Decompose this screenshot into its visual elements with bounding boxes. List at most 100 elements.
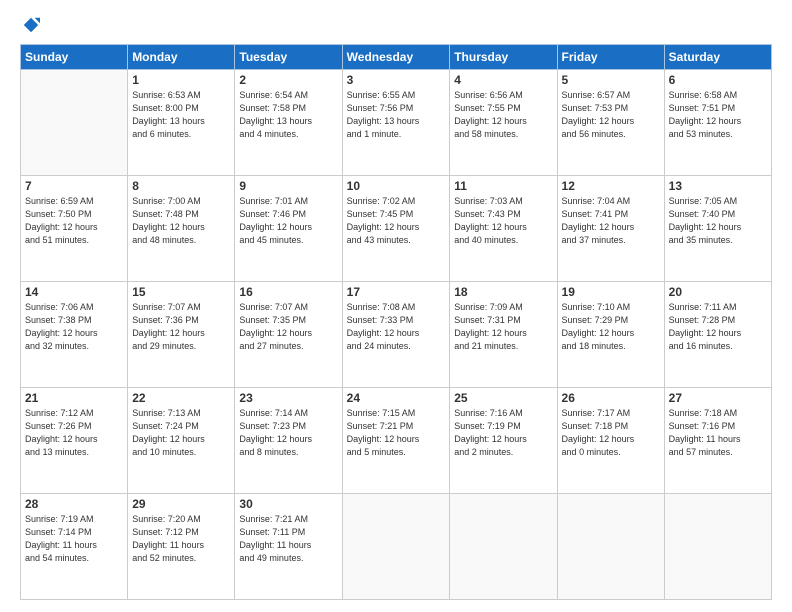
day-number: 1	[132, 73, 230, 87]
weekday-header: Friday	[557, 45, 664, 70]
day-info: Sunrise: 7:01 AM Sunset: 7:46 PM Dayligh…	[239, 195, 337, 247]
day-info: Sunrise: 7:11 AM Sunset: 7:28 PM Dayligh…	[669, 301, 767, 353]
day-info: Sunrise: 6:59 AM Sunset: 7:50 PM Dayligh…	[25, 195, 123, 247]
day-number: 29	[132, 497, 230, 511]
day-info: Sunrise: 7:00 AM Sunset: 7:48 PM Dayligh…	[132, 195, 230, 247]
day-info: Sunrise: 7:05 AM Sunset: 7:40 PM Dayligh…	[669, 195, 767, 247]
day-number: 18	[454, 285, 552, 299]
calendar-cell: 1 Sunrise: 6:53 AM Sunset: 8:00 PM Daylig…	[128, 70, 235, 176]
calendar-cell: 20 Sunrise: 7:11 AM Sunset: 7:28 PM Dayli…	[664, 282, 771, 388]
day-info: Sunrise: 7:12 AM Sunset: 7:26 PM Dayligh…	[25, 407, 123, 459]
day-number: 14	[25, 285, 123, 299]
day-info: Sunrise: 6:56 AM Sunset: 7:55 PM Dayligh…	[454, 89, 552, 141]
day-info: Sunrise: 7:10 AM Sunset: 7:29 PM Dayligh…	[562, 301, 660, 353]
calendar-header-row: SundayMondayTuesdayWednesdayThursdayFrid…	[21, 45, 772, 70]
logo	[20, 16, 40, 34]
day-number: 8	[132, 179, 230, 193]
day-number: 9	[239, 179, 337, 193]
calendar-cell: 26 Sunrise: 7:17 AM Sunset: 7:18 PM Dayli…	[557, 388, 664, 494]
day-number: 2	[239, 73, 337, 87]
weekday-header: Monday	[128, 45, 235, 70]
day-info: Sunrise: 7:08 AM Sunset: 7:33 PM Dayligh…	[347, 301, 446, 353]
day-number: 4	[454, 73, 552, 87]
calendar-cell: 16Sunrise: 7:07 AM Sunset: 7:35 PM Dayli…	[235, 282, 342, 388]
day-number: 25	[454, 391, 552, 405]
calendar-cell	[450, 494, 557, 600]
day-info: Sunrise: 7:09 AM Sunset: 7:31 PM Dayligh…	[454, 301, 552, 353]
calendar-cell: 9 Sunrise: 7:01 AM Sunset: 7:46 PM Daylig…	[235, 176, 342, 282]
calendar-cell: 25 Sunrise: 7:16 AM Sunset: 7:19 PM Dayli…	[450, 388, 557, 494]
day-info: Sunrise: 7:19 AM Sunset: 7:14 PM Dayligh…	[25, 513, 123, 565]
day-number: 26	[562, 391, 660, 405]
calendar-cell: 28 Sunrise: 7:19 AM Sunset: 7:14 PM Dayli…	[21, 494, 128, 600]
day-info: Sunrise: 7:16 AM Sunset: 7:19 PM Dayligh…	[454, 407, 552, 459]
day-info: Sunrise: 7:04 AM Sunset: 7:41 PM Dayligh…	[562, 195, 660, 247]
calendar-cell	[342, 494, 450, 600]
weekday-header: Saturday	[664, 45, 771, 70]
calendar-cell	[557, 494, 664, 600]
day-info: Sunrise: 7:07 AM Sunset: 7:36 PM Dayligh…	[132, 301, 230, 353]
weekday-header: Wednesday	[342, 45, 450, 70]
calendar-cell: 4 Sunrise: 6:56 AM Sunset: 7:55 PM Daylig…	[450, 70, 557, 176]
day-number: 5	[562, 73, 660, 87]
calendar-cell: 30 Sunrise: 7:21 AM Sunset: 7:11 PM Dayli…	[235, 494, 342, 600]
calendar-cell: 17 Sunrise: 7:08 AM Sunset: 7:33 PM Dayli…	[342, 282, 450, 388]
day-info: Sunrise: 7:13 AM Sunset: 7:24 PM Dayligh…	[132, 407, 230, 459]
calendar-cell: 22Sunrise: 7:13 AM Sunset: 7:24 PM Dayli…	[128, 388, 235, 494]
day-info: Sunrise: 7:06 AM Sunset: 7:38 PM Dayligh…	[25, 301, 123, 353]
calendar-cell	[664, 494, 771, 600]
day-number: 6	[669, 73, 767, 87]
weekday-header: Thursday	[450, 45, 557, 70]
day-number: 24	[347, 391, 446, 405]
day-number: 23	[239, 391, 337, 405]
day-number: 30	[239, 497, 337, 511]
day-info: Sunrise: 7:15 AM Sunset: 7:21 PM Dayligh…	[347, 407, 446, 459]
calendar-cell: 7Sunrise: 6:59 AM Sunset: 7:50 PM Daylig…	[21, 176, 128, 282]
calendar-cell: 19 Sunrise: 7:10 AM Sunset: 7:29 PM Dayli…	[557, 282, 664, 388]
calendar-week-row: 7Sunrise: 6:59 AM Sunset: 7:50 PM Daylig…	[21, 176, 772, 282]
calendar-cell: 11 Sunrise: 7:03 AM Sunset: 7:43 PM Dayli…	[450, 176, 557, 282]
day-info: Sunrise: 6:55 AM Sunset: 7:56 PM Dayligh…	[347, 89, 446, 141]
day-number: 19	[562, 285, 660, 299]
calendar-cell: 2 Sunrise: 6:54 AM Sunset: 7:58 PM Daylig…	[235, 70, 342, 176]
day-number: 13	[669, 179, 767, 193]
calendar-cell: 3 Sunrise: 6:55 AM Sunset: 7:56 PM Daylig…	[342, 70, 450, 176]
calendar-week-row: 21Sunrise: 7:12 AM Sunset: 7:26 PM Dayli…	[21, 388, 772, 494]
calendar-cell: 15Sunrise: 7:07 AM Sunset: 7:36 PM Dayli…	[128, 282, 235, 388]
calendar-cell: 14 Sunrise: 7:06 AM Sunset: 7:38 PM Dayli…	[21, 282, 128, 388]
day-number: 12	[562, 179, 660, 193]
day-info: Sunrise: 7:18 AM Sunset: 7:16 PM Dayligh…	[669, 407, 767, 459]
day-info: Sunrise: 6:54 AM Sunset: 7:58 PM Dayligh…	[239, 89, 337, 141]
calendar-cell: 18 Sunrise: 7:09 AM Sunset: 7:31 PM Dayli…	[450, 282, 557, 388]
weekday-header: Tuesday	[235, 45, 342, 70]
day-number: 16	[239, 285, 337, 299]
day-number: 27	[669, 391, 767, 405]
calendar-week-row: 1 Sunrise: 6:53 AM Sunset: 8:00 PM Daylig…	[21, 70, 772, 176]
calendar-cell: 13 Sunrise: 7:05 AM Sunset: 7:40 PM Dayli…	[664, 176, 771, 282]
day-info: Sunrise: 7:21 AM Sunset: 7:11 PM Dayligh…	[239, 513, 337, 565]
calendar-cell: 27 Sunrise: 7:18 AM Sunset: 7:16 PM Dayli…	[664, 388, 771, 494]
day-info: Sunrise: 7:14 AM Sunset: 7:23 PM Dayligh…	[239, 407, 337, 459]
day-info: Sunrise: 7:20 AM Sunset: 7:12 PM Dayligh…	[132, 513, 230, 565]
day-info: Sunrise: 7:02 AM Sunset: 7:45 PM Dayligh…	[347, 195, 446, 247]
day-number: 28	[25, 497, 123, 511]
day-info: Sunrise: 7:03 AM Sunset: 7:43 PM Dayligh…	[454, 195, 552, 247]
calendar-cell: 29 Sunrise: 7:20 AM Sunset: 7:12 PM Dayli…	[128, 494, 235, 600]
day-number: 17	[347, 285, 446, 299]
day-number: 3	[347, 73, 446, 87]
calendar-cell: 12 Sunrise: 7:04 AM Sunset: 7:41 PM Dayli…	[557, 176, 664, 282]
calendar-week-row: 28 Sunrise: 7:19 AM Sunset: 7:14 PM Dayli…	[21, 494, 772, 600]
day-number: 10	[347, 179, 446, 193]
day-info: Sunrise: 6:57 AM Sunset: 7:53 PM Dayligh…	[562, 89, 660, 141]
calendar-cell: 24 Sunrise: 7:15 AM Sunset: 7:21 PM Dayli…	[342, 388, 450, 494]
day-info: Sunrise: 7:17 AM Sunset: 7:18 PM Dayligh…	[562, 407, 660, 459]
day-number: 20	[669, 285, 767, 299]
weekday-header: Sunday	[21, 45, 128, 70]
calendar-cell: 8 Sunrise: 7:00 AM Sunset: 7:48 PM Daylig…	[128, 176, 235, 282]
day-info: Sunrise: 6:53 AM Sunset: 8:00 PM Dayligh…	[132, 89, 230, 141]
day-info: Sunrise: 6:58 AM Sunset: 7:51 PM Dayligh…	[669, 89, 767, 141]
calendar-cell: 6 Sunrise: 6:58 AM Sunset: 7:51 PM Daylig…	[664, 70, 771, 176]
calendar-table: SundayMondayTuesdayWednesdayThursdayFrid…	[20, 44, 772, 600]
day-number: 11	[454, 179, 552, 193]
calendar-week-row: 14 Sunrise: 7:06 AM Sunset: 7:38 PM Dayli…	[21, 282, 772, 388]
